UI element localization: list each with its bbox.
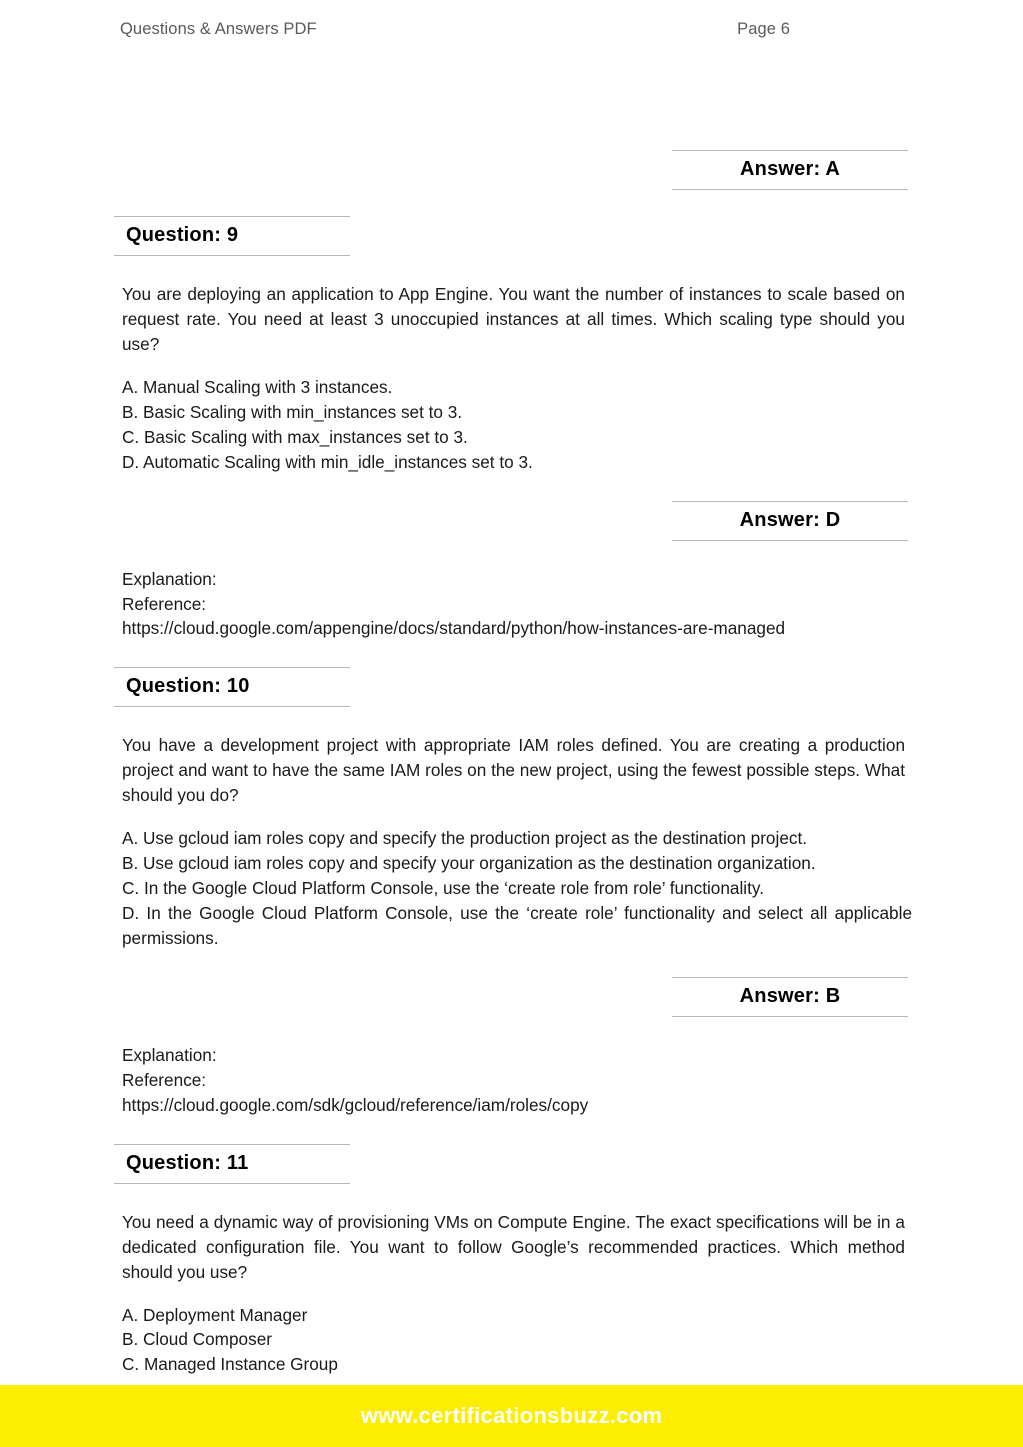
option-b: B. Basic Scaling with min_instances set … <box>122 401 463 422</box>
option-b: B. Use gcloud iam roles copy and specify… <box>122 853 816 874</box>
page-number: Page 6 <box>737 20 790 38</box>
explanation-label: Explanation: <box>122 1044 217 1065</box>
reference-label: Reference: <box>122 1069 207 1090</box>
option-b: B. Cloud Composer <box>122 1329 272 1350</box>
option-c: C. Managed Instance Group <box>122 1354 338 1375</box>
explanation-label: Explanation: <box>122 568 217 589</box>
question-options-10: A. Use gcloud iam roles copy and specify… <box>122 826 912 951</box>
option-d: D. In the Google Cloud Platform Console,… <box>122 903 912 948</box>
question-heading-11: Question: 11 <box>114 1143 350 1184</box>
option-a: A. Use gcloud iam roles copy and specify… <box>122 828 808 849</box>
question-body-11: You need a dynamic way of provisioning V… <box>122 1211 905 1282</box>
question-body-9: You are deploying an application to App … <box>122 284 905 354</box>
explanation-block-9: Explanation: Reference: https://cloud.go… <box>122 567 912 642</box>
page-header: Questions & Answers PDF Page 6 <box>120 20 903 39</box>
option-d: D. Automatic Scaling with min_idle_insta… <box>122 451 533 472</box>
option-c: C. Basic Scaling with max_instances set … <box>122 426 468 447</box>
question-heading-9: Question: 9 <box>114 216 350 256</box>
header-title: Questions & Answers PDF <box>120 20 317 38</box>
question-heading-10: Question: 10 <box>114 667 350 708</box>
footer-site-url: www.certificationsbuzz.com <box>360 1403 663 1428</box>
pdf-page: Questions & Answers PDF Page 6 Answer: A… <box>0 0 1023 1447</box>
reference-url: https://cloud.google.com/appengine/docs/… <box>122 618 786 639</box>
answer-band-previous: Answer: A <box>672 150 908 190</box>
page-content: Answer: A Question: 9 You are deploying … <box>0 150 1023 1377</box>
option-a: A. Manual Scaling with 3 instances. <box>122 376 393 397</box>
reference-url: https://cloud.google.com/sdk/gcloud/refe… <box>122 1094 589 1115</box>
question-body-10: You have a development project with appr… <box>122 735 905 806</box>
option-c: C. In the Google Cloud Platform Console,… <box>122 878 764 899</box>
answer-band-10: Answer: B <box>672 976 908 1017</box>
answer-band-9: Answer: D <box>672 500 908 541</box>
reference-label: Reference: <box>122 593 207 614</box>
explanation-block-10: Explanation: Reference: https://cloud.go… <box>122 1043 912 1118</box>
footer-banner: www.certificationsbuzz.com <box>0 1385 1023 1447</box>
question-options-11: A. Deployment Manager B. Cloud Composer … <box>122 1303 912 1378</box>
option-a: A. Deployment Manager <box>122 1304 308 1325</box>
question-options-9: A. Manual Scaling with 3 instances. B. B… <box>122 375 912 475</box>
